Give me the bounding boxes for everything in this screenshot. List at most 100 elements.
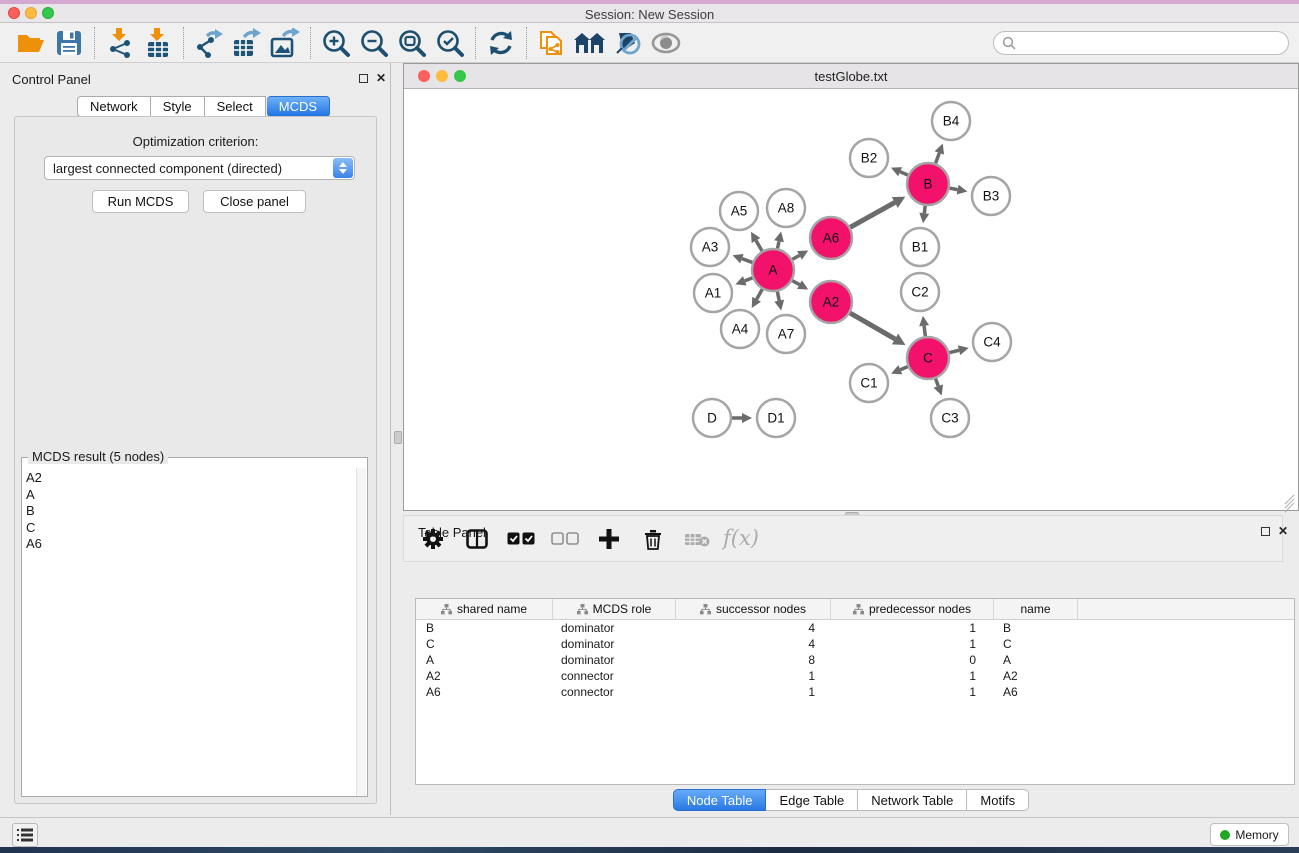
mcds-result-item[interactable]: B [26, 503, 42, 520]
cell-shared-name[interactable]: A [416, 653, 553, 667]
cell-successor-nodes[interactable]: 4 [676, 637, 831, 651]
edge-A2-C[interactable] [850, 313, 895, 339]
tab-motifs[interactable]: Motifs [967, 789, 1029, 811]
edge-B-B2[interactable] [900, 172, 908, 175]
table-row[interactable]: Cdominator41C [416, 636, 1294, 652]
clone-network-button[interactable] [533, 26, 571, 60]
edge-B-B1[interactable] [924, 206, 925, 213]
cell-predecessor-nodes[interactable]: 1 [831, 621, 994, 635]
dropdown-stepper-icon[interactable] [333, 158, 353, 178]
mcds-result-item[interactable]: A2 [26, 470, 42, 487]
hide-labels-button[interactable] [609, 26, 647, 60]
node-table[interactable]: shared nameMCDS rolesuccessor nodesprede… [415, 598, 1295, 785]
cell-successor-nodes[interactable]: 1 [676, 685, 831, 699]
edge-C-C3[interactable] [936, 379, 939, 386]
float-panel-icon[interactable] [359, 74, 368, 83]
mcds-result-item[interactable]: A [26, 487, 42, 504]
table-row[interactable]: A2connector11A2 [416, 668, 1294, 684]
cell-successor-nodes[interactable]: 8 [676, 653, 831, 667]
column-header-shared-name[interactable]: shared name [416, 599, 553, 619]
task-history-button[interactable] [12, 823, 38, 847]
vertical-splitter-handle[interactable] [394, 431, 402, 444]
mcds-result-item[interactable]: C [26, 520, 42, 537]
network-graph[interactable]: AA1A2A3A4A5A6A7A8BB1B2B3B4CC1C2C3C4DD1 [404, 89, 1298, 510]
tab-select[interactable]: Select [205, 96, 266, 117]
criterion-dropdown[interactable]: largest connected component (directed) [44, 156, 355, 180]
export-table-button[interactable] [228, 26, 266, 60]
edge-A-A3[interactable] [742, 259, 752, 263]
cell-name[interactable]: B [994, 621, 1078, 635]
cell-shared-name[interactable]: A6 [416, 685, 553, 699]
tab-network[interactable]: Network [77, 96, 151, 117]
zoom-out-button[interactable] [355, 26, 393, 60]
close-panel-icon[interactable]: ✕ [376, 71, 386, 85]
mcds-result-item[interactable]: A6 [26, 536, 42, 553]
add-column-button[interactable] [592, 522, 626, 556]
home-button[interactable] [571, 26, 609, 60]
cell-name[interactable]: A [994, 653, 1078, 667]
cell-predecessor-nodes[interactable]: 1 [831, 669, 994, 683]
resize-grip-icon[interactable] [1283, 496, 1296, 508]
cell-MCDS-role[interactable]: dominator [553, 621, 676, 635]
save-session-button[interactable] [50, 26, 88, 60]
edge-C-C4[interactable] [949, 350, 959, 352]
tab-node-table[interactable]: Node Table [673, 789, 767, 811]
column-header-MCDS-role[interactable]: MCDS role [553, 599, 676, 619]
import-table-button[interactable] [139, 26, 177, 60]
table-row[interactable]: Bdominator41B [416, 620, 1294, 636]
cell-predecessor-nodes[interactable]: 1 [831, 637, 994, 651]
close-panel-button[interactable]: Close panel [203, 190, 306, 213]
delete-table-button-disabled[interactable] [680, 522, 714, 556]
export-network-button[interactable] [190, 26, 228, 60]
cell-predecessor-nodes[interactable]: 1 [831, 685, 994, 699]
edge-A-A4[interactable] [757, 289, 763, 299]
cell-shared-name[interactable]: C [416, 637, 553, 651]
select-all-button[interactable] [504, 522, 538, 556]
show-hidden-button[interactable] [647, 26, 685, 60]
cell-shared-name[interactable]: A2 [416, 669, 553, 683]
search-field[interactable] [993, 31, 1289, 55]
cell-name[interactable]: A6 [994, 685, 1078, 699]
scrollbar-track[interactable] [356, 468, 366, 796]
table-row[interactable]: A6connector11A6 [416, 684, 1294, 700]
column-header-predecessor-nodes[interactable]: predecessor nodes [831, 599, 994, 619]
cell-MCDS-role[interactable]: dominator [553, 637, 676, 651]
edge-A6-B[interactable] [850, 202, 895, 227]
edge-C-C1[interactable] [900, 367, 907, 370]
zoom-in-button[interactable] [317, 26, 355, 60]
edge-B-B4[interactable] [936, 153, 940, 163]
cell-successor-nodes[interactable]: 4 [676, 621, 831, 635]
zoom-fit-button[interactable] [393, 26, 431, 60]
cell-MCDS-role[interactable]: connector [553, 685, 676, 699]
zoom-selected-button[interactable] [431, 26, 469, 60]
column-header-name[interactable]: name [994, 599, 1078, 619]
cell-shared-name[interactable]: B [416, 621, 553, 635]
column-header-successor-nodes[interactable]: successor nodes [676, 599, 831, 619]
tab-style[interactable]: Style [151, 96, 205, 117]
edge-A-A8[interactable] [778, 241, 780, 248]
run-mcds-button[interactable]: Run MCDS [92, 190, 189, 213]
deselect-all-button[interactable] [548, 522, 582, 556]
memory-button[interactable]: Memory [1210, 823, 1289, 846]
open-session-button[interactable] [12, 26, 50, 60]
close-table-panel-icon[interactable]: ✕ [1278, 524, 1288, 538]
tab-network-table[interactable]: Network Table [858, 789, 967, 811]
edge-A-A7[interactable] [777, 292, 779, 301]
search-input[interactable] [1016, 36, 1266, 50]
edge-A-A6[interactable] [792, 255, 799, 259]
edge-C-C2[interactable] [924, 326, 925, 336]
cell-predecessor-nodes[interactable]: 0 [831, 653, 994, 667]
cell-name[interactable]: A2 [994, 669, 1078, 683]
edge-A-A5[interactable] [756, 240, 762, 250]
network-canvas[interactable]: AA1A2A3A4A5A6A7A8BB1B2B3B4CC1C2C3C4DD1 [404, 89, 1298, 510]
cell-successor-nodes[interactable]: 1 [676, 669, 831, 683]
cell-MCDS-role[interactable]: connector [553, 669, 676, 683]
delete-column-button[interactable] [636, 522, 670, 556]
tab-edge-table[interactable]: Edge Table [766, 789, 858, 811]
edge-B-B3[interactable] [950, 188, 958, 190]
cell-MCDS-role[interactable]: dominator [553, 653, 676, 667]
refresh-view-button[interactable] [482, 26, 520, 60]
import-network-button[interactable] [101, 26, 139, 60]
function-builder-button-disabled[interactable]: f(x) [724, 522, 758, 556]
edge-A-A2[interactable] [792, 281, 799, 285]
